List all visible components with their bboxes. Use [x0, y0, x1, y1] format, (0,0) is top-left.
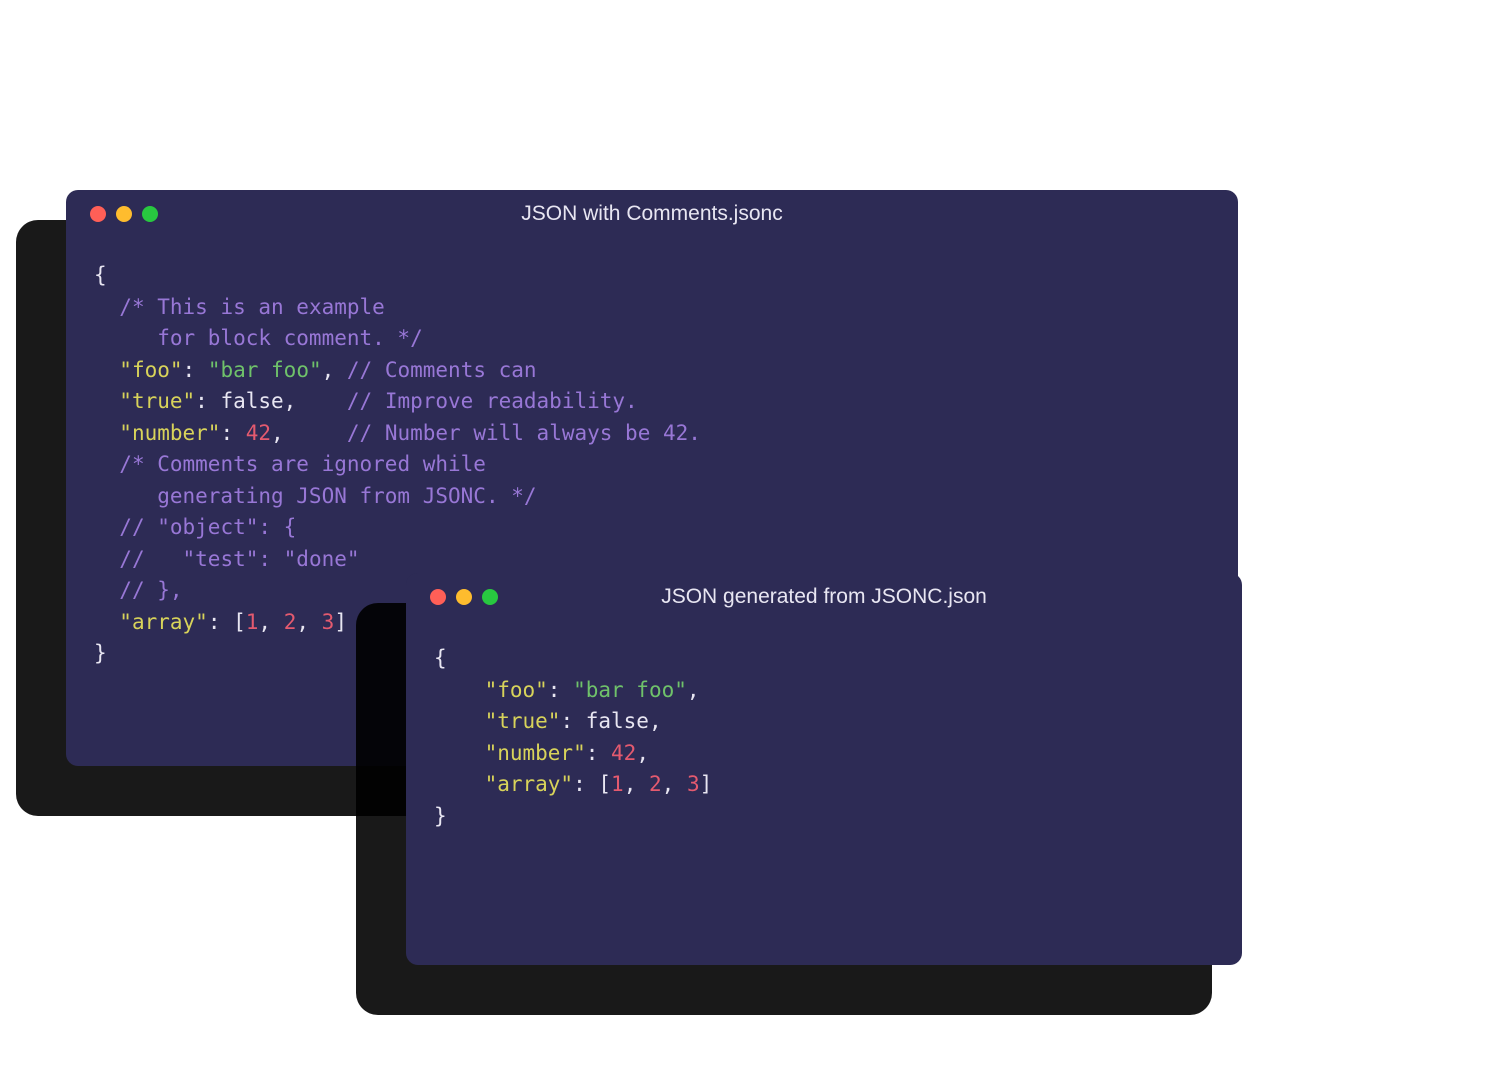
traffic-lights: [430, 589, 498, 605]
code-line: for block comment. */: [94, 323, 1210, 355]
code-line: "true": false,: [434, 706, 1214, 738]
code-token: "foo": [485, 678, 548, 702]
code-token: // "object": {: [119, 515, 296, 539]
code-token: }: [434, 804, 447, 828]
code-token: [434, 709, 485, 733]
code-token: }: [94, 641, 107, 665]
code-token: // Improve readability.: [347, 389, 638, 413]
code-token: 3: [322, 610, 335, 634]
code-token: for block comment. */: [157, 326, 423, 350]
code-token: :: [548, 678, 573, 702]
code-token: :: [560, 709, 585, 733]
code-token: 3: [687, 772, 700, 796]
code-line: // "object": {: [94, 512, 1210, 544]
code-token: // Comments can: [347, 358, 537, 382]
code-token: [434, 772, 485, 796]
code-block: { "foo": "bar foo", "true": false, "numb…: [406, 621, 1242, 860]
code-token: "foo": [119, 358, 182, 382]
code-line: "number": 42,: [434, 738, 1214, 770]
code-line: {: [94, 260, 1210, 292]
zoom-icon[interactable]: [482, 589, 498, 605]
code-token: ,: [296, 610, 321, 634]
code-token: "true": [119, 389, 195, 413]
code-token: :: [195, 389, 220, 413]
code-token: 2: [649, 772, 662, 796]
code-token: 1: [611, 772, 624, 796]
code-token: ,: [258, 610, 283, 634]
code-token: [94, 389, 119, 413]
code-line: "foo": "bar foo",: [434, 675, 1214, 707]
code-line: {: [434, 643, 1214, 675]
code-token: :: [220, 421, 245, 445]
code-token: "array": [485, 772, 574, 796]
code-line: /* Comments are ignored while: [94, 449, 1210, 481]
code-token: ,: [284, 389, 347, 413]
code-token: {: [434, 646, 447, 670]
code-token: /* This is an example: [119, 295, 385, 319]
code-token: [94, 421, 119, 445]
code-token: [94, 515, 119, 539]
code-token: "number": [485, 741, 586, 765]
titlebar: JSON with Comments.jsonc: [66, 190, 1238, 238]
code-token: [94, 295, 119, 319]
code-line: generating JSON from JSONC. */: [94, 481, 1210, 513]
code-token: ]: [700, 772, 713, 796]
code-token: "bar foo": [208, 358, 322, 382]
code-token: [94, 358, 119, 382]
code-token: [94, 326, 157, 350]
code-token: ,: [662, 772, 687, 796]
code-token: [94, 578, 119, 602]
titlebar: JSON generated from JSONC.json: [406, 573, 1242, 621]
code-line: }: [434, 801, 1214, 833]
code-token: ,: [322, 358, 347, 382]
code-line: // "test": "done": [94, 544, 1210, 576]
code-token: [94, 452, 119, 476]
code-token: 42: [246, 421, 271, 445]
code-token: false: [586, 709, 649, 733]
code-token: [434, 741, 485, 765]
code-token: :: [183, 358, 208, 382]
code-token: [94, 610, 119, 634]
code-token: // Number will always be 42.: [347, 421, 701, 445]
minimize-icon[interactable]: [456, 589, 472, 605]
code-token: 1: [246, 610, 259, 634]
code-token: {: [94, 263, 107, 287]
code-line: /* This is an example: [94, 292, 1210, 324]
code-token: ,: [649, 709, 662, 733]
close-icon[interactable]: [430, 589, 446, 605]
code-token: [94, 547, 119, 571]
code-token: ,: [687, 678, 700, 702]
code-token: ,: [271, 421, 347, 445]
code-token: // "test": "done": [119, 547, 359, 571]
code-token: // },: [119, 578, 182, 602]
code-token: generating JSON from JSONC. */: [157, 484, 536, 508]
window-title: JSON generated from JSONC.json: [406, 585, 1242, 609]
traffic-lights: [90, 206, 158, 222]
code-line: "true": false, // Improve readability.: [94, 386, 1210, 418]
code-token: ,: [624, 772, 649, 796]
code-token: 42: [611, 741, 636, 765]
code-line: "number": 42, // Number will always be 4…: [94, 418, 1210, 450]
code-token: "array": [119, 610, 208, 634]
code-token: [94, 484, 157, 508]
code-line: "foo": "bar foo", // Comments can: [94, 355, 1210, 387]
code-token: ]: [334, 610, 347, 634]
zoom-icon[interactable]: [142, 206, 158, 222]
minimize-icon[interactable]: [116, 206, 132, 222]
code-token: ,: [636, 741, 649, 765]
code-token: : [: [208, 610, 246, 634]
code-token: [434, 678, 485, 702]
code-token: /* Comments are ignored while: [119, 452, 486, 476]
window-title: JSON with Comments.jsonc: [66, 202, 1238, 226]
code-line: "array": [1, 2, 3]: [434, 769, 1214, 801]
code-token: "number": [119, 421, 220, 445]
editor-window-json: JSON generated from JSONC.json { "foo": …: [406, 573, 1242, 965]
close-icon[interactable]: [90, 206, 106, 222]
code-token: : [: [573, 772, 611, 796]
code-token: false: [220, 389, 283, 413]
code-token: :: [586, 741, 611, 765]
code-token: 2: [284, 610, 297, 634]
code-token: "bar foo": [573, 678, 687, 702]
code-token: "true": [485, 709, 561, 733]
